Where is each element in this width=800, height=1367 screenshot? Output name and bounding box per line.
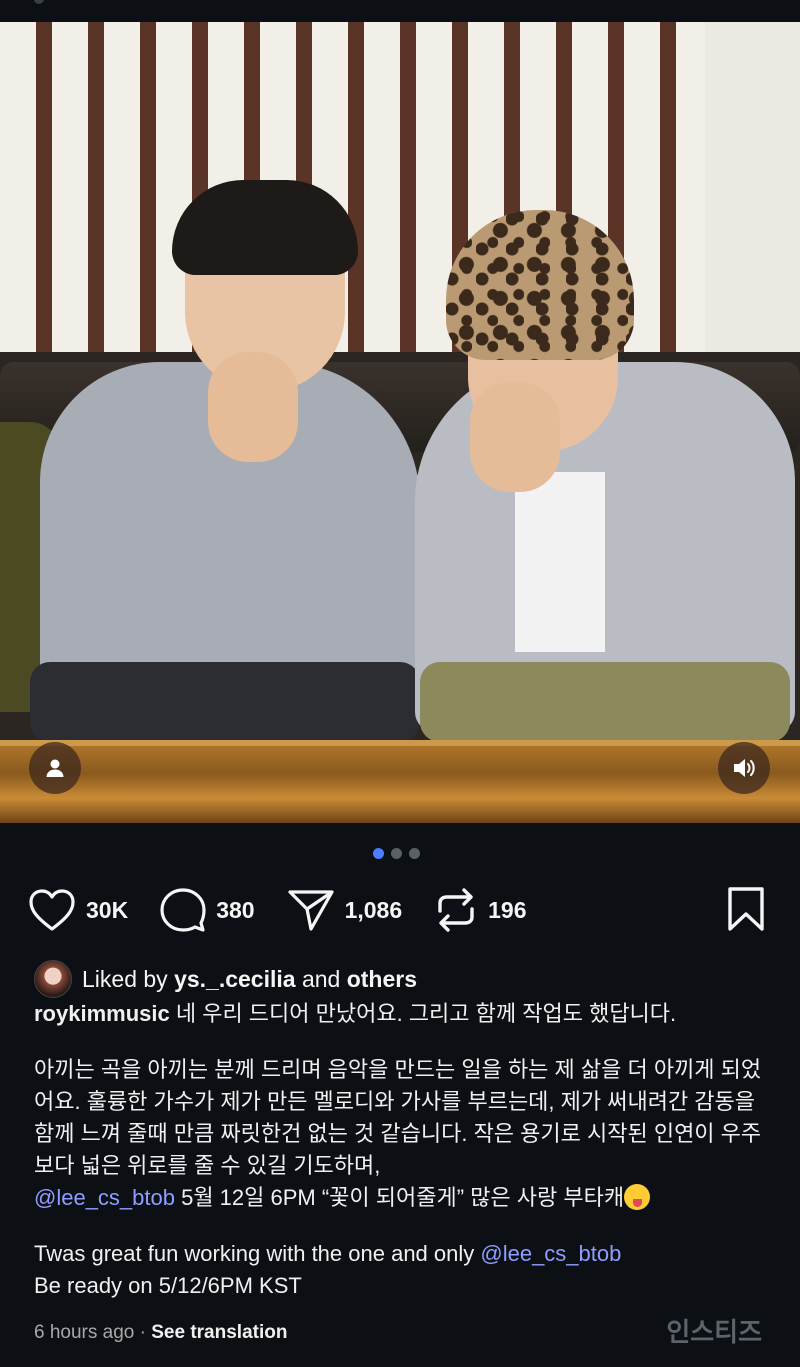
comment-count: 380 [216,896,255,923]
repost-button[interactable]: 196 [434,887,527,933]
liked-by: Liked by ys._.cecilia and others [34,960,417,998]
share-count: 1,086 [344,896,403,923]
liked-by-joiner: and [301,965,341,992]
meta-separator: · [139,1322,146,1343]
comment-button[interactable]: 380 [160,887,255,933]
person-left-hair [172,180,358,275]
repost-icon [438,888,474,932]
like-count: 30K [86,896,129,923]
liked-by-others[interactable]: others [347,966,417,993]
status-dot [34,0,44,4]
post-meta: 6 hours ago · See translation [34,1322,287,1344]
sound-icon [734,759,755,777]
carousel-dot [409,848,420,859]
wall-slats [0,22,800,382]
like-button[interactable]: 30K [28,888,128,932]
wooden-table [0,740,800,823]
caption-english-line1: Twas great fun working with the one and … [34,1241,481,1266]
post-photo[interactable] [0,22,800,823]
avatar[interactable] [34,960,72,998]
send-icon [287,890,334,931]
carousel-dot [391,848,402,859]
caption-release-text: 5월 12일 6PM “꽃이 되어줄게” 많은 사랑 부타캐 [174,1185,625,1210]
see-translation-link[interactable]: See translation [151,1322,287,1343]
action-bar: 30K 380 1,086 196 [28,886,800,934]
wall-panel [705,22,800,382]
watermark: 인스티즈 [666,1317,762,1347]
caption-paragraph: 아끼는 곡을 아끼는 분께 드리며 음악을 만드는 일을 하는 제 삶을 더 아… [34,1057,762,1178]
person-right-hand [470,382,560,492]
liked-by-user[interactable]: ys._.cecilia [174,966,296,993]
post-caption: roykimmusic 네 우리 드디어 만났어요. 그리고 함께 작업도 했답… [34,998,774,1302]
bookmark-icon [728,887,764,931]
caption-username[interactable]: roykimmusic [34,1001,170,1026]
caption-line1: 네 우리 드디어 만났어요. 그리고 함께 작업도 했답니다. [175,1001,677,1026]
mention-link[interactable]: @lee_cs_btob [34,1185,175,1210]
sound-button[interactable] [718,742,770,794]
person-right-shirt [515,472,605,652]
comment-icon [160,888,206,932]
caption-english-line2: Be ready on 5/12/6PM KST [34,1273,302,1298]
save-button[interactable] [726,886,766,937]
liked-by-prefix: Liked by [82,965,168,992]
mention-link[interactable]: @lee_cs_btob [480,1241,621,1266]
post-time: 6 hours ago [34,1322,135,1343]
status-bar [0,0,800,22]
share-button[interactable]: 1,086 [287,888,403,932]
repost-count: 196 [488,896,527,923]
carousel-indicator [373,848,420,859]
carousel-dot-active [373,848,384,859]
person-left-hand [208,352,298,462]
person-right-pants [420,662,790,742]
squinting-tongue-emoji-icon [624,1184,651,1210]
user-tag-button[interactable] [29,742,81,794]
person-left-pants [30,662,420,742]
user-tag-icon [46,759,64,777]
heart-icon [29,889,75,931]
